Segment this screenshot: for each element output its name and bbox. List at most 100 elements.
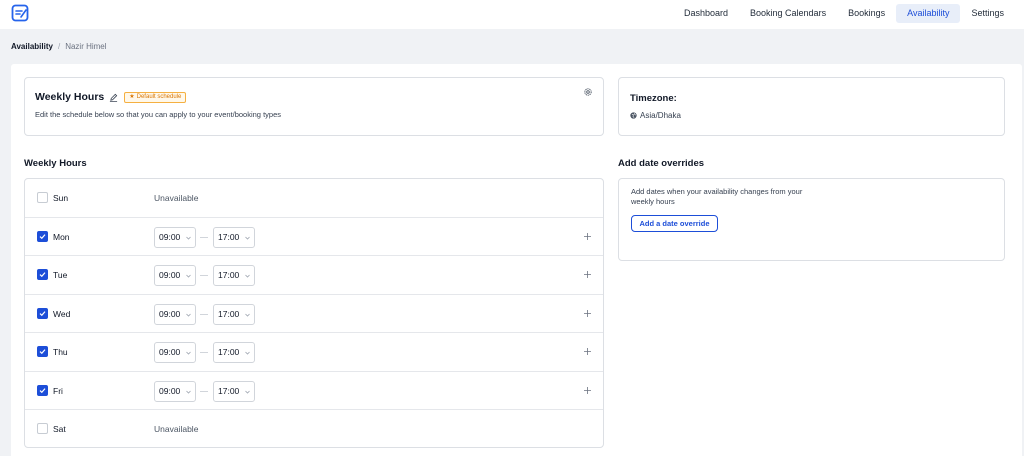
day-checkbox-sun[interactable] xyxy=(37,192,48,203)
time-range-dash xyxy=(200,352,208,353)
start-time-select-thu[interactable]: 09:00 xyxy=(154,342,196,363)
schedule-title-row: Weekly Hours ★ Default schedule xyxy=(35,91,187,103)
nav-dashboard[interactable]: Dashboard xyxy=(673,4,739,23)
day-checkbox-mon[interactable] xyxy=(37,230,48,242)
breadcrumb-separator: / xyxy=(57,42,61,51)
chevron-down-icon xyxy=(186,313,191,317)
nav-availability[interactable]: Availability xyxy=(896,4,961,23)
globe-icon xyxy=(630,112,637,119)
chevron-down-icon xyxy=(245,390,250,394)
main-panel: Weekly Hours ★ Default schedule Edit the… xyxy=(11,64,1022,456)
chevron-down-icon xyxy=(186,390,191,394)
plus-icon[interactable] xyxy=(583,347,592,356)
weekly-hours-title: Weekly Hours xyxy=(24,158,87,169)
time-range-dash xyxy=(200,275,208,276)
day-label-thu: Thu xyxy=(53,347,68,357)
chevron-down-icon xyxy=(245,313,250,317)
checkmark-icon xyxy=(39,387,46,393)
timezone-card: Timezone: Asia/Dhaka xyxy=(618,77,1005,136)
plus-icon[interactable] xyxy=(583,232,592,241)
plus-icon[interactable] xyxy=(583,270,592,279)
timezone-value-row[interactable]: Asia/Dhaka xyxy=(630,111,681,120)
default-schedule-badge: ★ Default schedule xyxy=(124,91,187,103)
badge-label: Default schedule xyxy=(136,93,182,100)
start-time-value: 09:00 xyxy=(159,347,181,357)
day-checkbox-tue[interactable] xyxy=(37,269,48,280)
weekly-hours-card: Sun Unavailable Mon 09:00 17:00 Tue 09:0… xyxy=(24,178,604,448)
timezone-title: Timezone: xyxy=(630,93,677,104)
day-label-fri: Fri xyxy=(53,385,63,396)
day-row-thu: Thu 09:00 17:00 xyxy=(25,333,603,372)
checkmark-icon xyxy=(39,349,46,355)
unavailable-text-sun: Unavailable xyxy=(154,193,199,203)
chevron-down-icon xyxy=(245,351,250,355)
end-time-value: 17:00 xyxy=(218,385,240,396)
day-label-tue: Tue xyxy=(53,270,68,280)
chevron-down-icon xyxy=(186,351,191,355)
unavailable-text-sat: Unavailable xyxy=(154,424,199,434)
day-row-mon: Mon 09:00 17:00 xyxy=(25,218,603,256)
start-time-value: 09:00 xyxy=(159,308,181,319)
pencil-icon[interactable] xyxy=(109,93,118,102)
star-icon: ★ xyxy=(129,93,135,100)
plus-icon[interactable] xyxy=(583,309,592,318)
checkmark-icon xyxy=(39,310,46,316)
nav-bookings[interactable]: Bookings xyxy=(837,4,896,23)
schedule-header-card: Weekly Hours ★ Default schedule Edit the… xyxy=(24,77,604,136)
day-row-fri: Fri 09:00 17:00 xyxy=(25,372,603,410)
day-checkbox-sat[interactable] xyxy=(37,423,48,434)
time-range-dash xyxy=(200,236,208,238)
time-range-dash xyxy=(200,313,208,315)
date-overrides-card: Add dates when your availability changes… xyxy=(618,178,1005,261)
app-logo-icon[interactable] xyxy=(11,4,29,22)
start-time-value: 09:00 xyxy=(159,385,181,396)
plus-icon[interactable] xyxy=(583,386,592,395)
date-overrides-title: Add date overrides xyxy=(618,158,705,169)
end-time-value: 17:00 xyxy=(218,270,240,280)
day-checkbox-wed[interactable] xyxy=(37,307,48,319)
add-date-override-button[interactable]: Add a date override xyxy=(631,215,718,232)
start-time-select-fri[interactable]: 09:00 xyxy=(154,380,196,402)
checkmark-icon xyxy=(39,272,46,278)
breadcrumb-current: Nazir Himel xyxy=(65,42,107,51)
start-time-select-mon[interactable]: 09:00 xyxy=(154,226,196,248)
day-row-sun: Sun Unavailable xyxy=(25,179,603,218)
day-row-wed: Wed 09:00 17:00 xyxy=(25,295,603,333)
end-time-select-mon[interactable]: 17:00 xyxy=(213,226,255,248)
start-time-select-wed[interactable]: 09:00 xyxy=(154,303,196,325)
end-time-value: 17:00 xyxy=(218,347,240,357)
day-checkbox-fri[interactable] xyxy=(37,384,48,396)
main-nav: Dashboard Booking Calendars Bookings Ava… xyxy=(673,4,1015,23)
day-label-sat: Sat xyxy=(53,424,66,434)
chevron-down-icon xyxy=(245,236,250,240)
end-time-select-tue[interactable]: 17:00 xyxy=(213,265,255,286)
chevron-down-icon xyxy=(245,274,250,278)
nav-booking-calendars[interactable]: Booking Calendars xyxy=(739,4,837,23)
breadcrumb-root[interactable]: Availability xyxy=(11,42,53,51)
end-time-select-fri[interactable]: 17:00 xyxy=(213,380,255,402)
schedule-description: Edit the schedule below so that you can … xyxy=(35,110,281,119)
gear-icon[interactable] xyxy=(583,87,593,97)
day-label-mon: Mon xyxy=(53,231,70,242)
nav-settings[interactable]: Settings xyxy=(960,4,1015,23)
date-overrides-description: Add dates when your availability changes… xyxy=(631,187,803,206)
end-time-select-thu[interactable]: 17:00 xyxy=(213,342,255,363)
start-time-value: 09:00 xyxy=(159,270,181,280)
day-label-sun: Sun xyxy=(53,193,69,203)
time-range-dash xyxy=(200,390,208,392)
breadcrumb: Availability / Nazir Himel xyxy=(11,42,107,51)
start-time-value: 09:00 xyxy=(159,231,181,242)
end-time-value: 17:00 xyxy=(218,231,240,242)
end-time-select-wed[interactable]: 17:00 xyxy=(213,303,255,325)
schedule-title: Weekly Hours xyxy=(35,91,105,103)
day-row-sat: Sat Unavailable xyxy=(25,410,603,449)
day-row-tue: Tue 09:00 17:00 xyxy=(25,256,603,295)
start-time-select-tue[interactable]: 09:00 xyxy=(154,265,196,286)
top-navigation-bar: Dashboard Booking Calendars Bookings Ava… xyxy=(0,0,1024,29)
day-checkbox-thu[interactable] xyxy=(37,346,48,357)
checkmark-icon xyxy=(39,233,46,239)
chevron-down-icon xyxy=(186,274,191,278)
day-label-wed: Wed xyxy=(53,308,71,319)
timezone-value: Asia/Dhaka xyxy=(640,111,681,120)
end-time-value: 17:00 xyxy=(218,308,240,319)
